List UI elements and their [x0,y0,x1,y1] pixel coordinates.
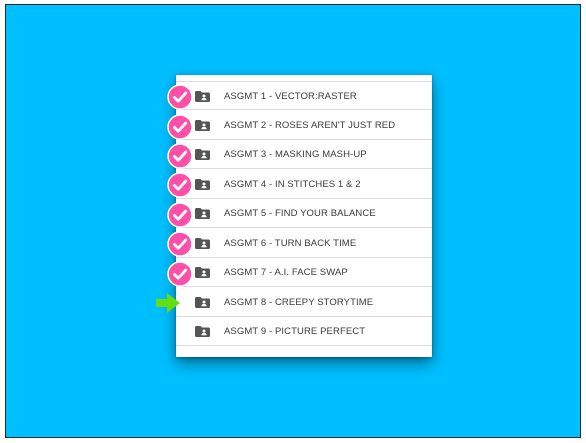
assignment-label: ASGMT 6 - TURN BACK TIME [224,238,357,249]
arrow-right-icon [156,293,180,313]
shared-folder-icon [195,91,210,102]
assignment-row-2[interactable]: ASGMT 2 - ROSES AREN'T JUST RED [176,111,432,140]
assignment-row-9[interactable]: ASGMT 9 - PICTURE PERFECT [176,317,432,346]
shared-folder-icon [195,208,210,219]
shared-folder-icon [195,179,210,190]
assignment-label: ASGMT 7 - A.I. FACE SWAP [224,267,348,278]
check-circle-icon [167,261,193,287]
assignment-label: ASGMT 5 - FIND YOUR BALANCE [224,208,376,219]
assignment-label: ASGMT 8 - CREEPY STORYTIME [224,297,374,308]
shared-folder-icon [195,267,210,278]
shared-folder-icon [195,238,210,249]
assignment-label: ASGMT 1 - VECTOR:RASTER [224,91,357,102]
assignment-row-6[interactable]: ASGMT 6 - TURN BACK TIME [176,229,432,258]
assignment-row-4[interactable]: ASGMT 4 - IN STITCHES 1 & 2 [176,170,432,199]
check-circle-icon [167,84,193,110]
assignment-row-3[interactable]: ASGMT 3 - MASKING MASH-UP [176,140,432,169]
check-circle-icon [167,231,193,257]
assignment-label: ASGMT 4 - IN STITCHES 1 & 2 [224,179,361,190]
shared-folder-icon [195,326,210,337]
shared-folder-icon [195,297,210,308]
assignment-row-8[interactable]: ASGMT 8 - CREEPY STORYTIME [176,288,432,317]
check-circle-icon [167,114,193,140]
assignment-row-5[interactable]: ASGMT 5 - FIND YOUR BALANCE [176,199,432,228]
assignment-label: ASGMT 3 - MASKING MASH-UP [224,149,367,160]
check-circle-icon [167,143,193,169]
assignment-label: ASGMT 9 - PICTURE PERFECT [224,326,366,337]
check-circle-icon [167,202,193,228]
check-circle-icon [167,172,193,198]
assignment-folder-list: ASGMT 1 - VECTOR:RASTER ASGMT 2 - ROSES … [176,75,432,357]
shared-folder-icon [195,149,210,160]
assignment-row-7[interactable]: ASGMT 7 - A.I. FACE SWAP [176,258,432,287]
shared-folder-icon [195,120,210,131]
assignment-row-1[interactable]: ASGMT 1 - VECTOR:RASTER [176,81,432,110]
assignment-label: ASGMT 2 - ROSES AREN'T JUST RED [224,120,396,131]
